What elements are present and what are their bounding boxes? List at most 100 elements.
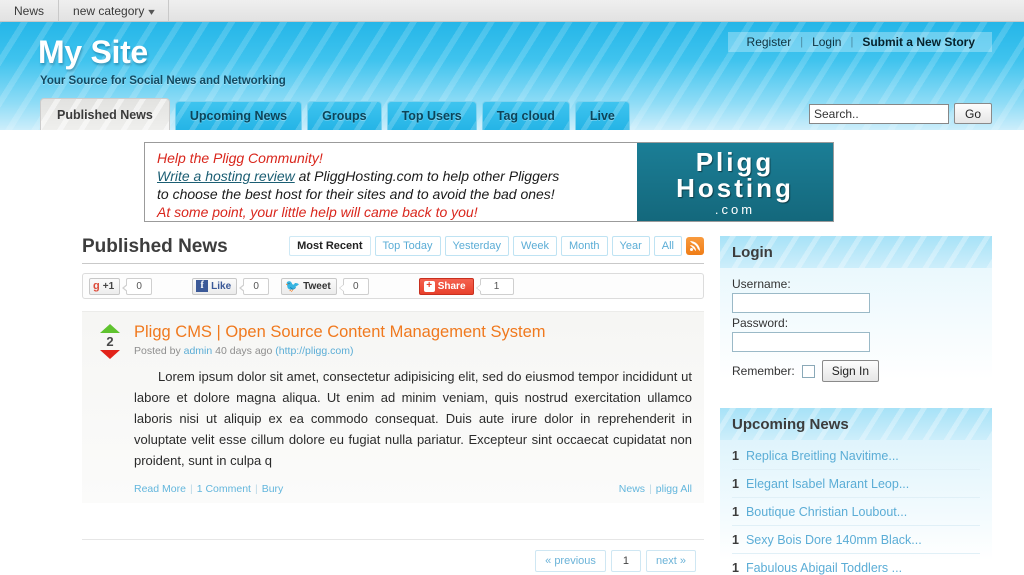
upcoming-story-link[interactable]: Fabulous Abigail Toddlers ... bbox=[746, 561, 902, 575]
search-input[interactable] bbox=[809, 103, 949, 124]
list-item[interactable]: 1 Replica Breitling Navitime... bbox=[732, 442, 980, 470]
story-summary-text: Lorem ipsum dolor sit amet, consectetur … bbox=[134, 369, 692, 468]
banner-line-2: Write a hosting review at PliggHosting.c… bbox=[157, 167, 629, 185]
list-item[interactable]: 1 Boutique Christian Loubout... bbox=[732, 498, 980, 526]
google-plus-button[interactable]: g +1 bbox=[89, 277, 121, 295]
tab-top-users[interactable]: Top Users bbox=[386, 101, 477, 130]
divider: | bbox=[649, 483, 652, 495]
tab-label: Tag cloud bbox=[496, 109, 555, 123]
tab-label: Groups bbox=[322, 109, 367, 123]
topbar-item-new-category[interactable]: new category ▾ bbox=[59, 0, 170, 22]
banner-line-1: Help the Pligg Community! bbox=[157, 150, 323, 166]
filter-week[interactable]: Week bbox=[513, 236, 557, 256]
main-nav-tabs: Published News Upcoming News Groups Top … bbox=[40, 98, 630, 130]
site-title: My Site bbox=[38, 34, 148, 70]
upcoming-story-link[interactable]: Boutique Christian Loubout... bbox=[746, 505, 907, 519]
search-box: Go bbox=[809, 103, 992, 124]
hosting-review-link[interactable]: Write a hosting review bbox=[157, 168, 295, 184]
vote-down-arrow-icon[interactable] bbox=[100, 350, 120, 359]
main-content-column: Published News Most Recent Top Today Yes… bbox=[32, 236, 704, 575]
topbar-item-label: News bbox=[14, 3, 45, 18]
username-input[interactable] bbox=[732, 293, 870, 313]
tab-upcoming-news[interactable]: Upcoming News bbox=[174, 101, 303, 130]
upcoming-story-link[interactable]: Sexy Bois Dore 140mm Black... bbox=[746, 533, 922, 547]
twitter-tweet-button[interactable]: 🐦 Tweet bbox=[281, 277, 337, 295]
story-body: Pligg CMS | Open Source Content Manageme… bbox=[128, 322, 692, 495]
topbar-item-label: new category bbox=[73, 3, 145, 18]
upcoming-news-list: 1 Replica Breitling Navitime... 1 Elegan… bbox=[720, 440, 992, 575]
filter-month[interactable]: Month bbox=[560, 236, 608, 256]
facebook-like-button[interactable]: f Like bbox=[192, 277, 238, 295]
meta-time: 40 days ago bbox=[212, 345, 276, 357]
tab-live[interactable]: Live bbox=[574, 101, 630, 130]
submit-new-story-link[interactable]: Submit a New Story bbox=[853, 35, 984, 49]
vote-count: 1 bbox=[732, 477, 739, 491]
filter-top-today[interactable]: Top Today bbox=[374, 236, 441, 256]
divider: | bbox=[189, 483, 193, 495]
user-nav: Register | Login | Submit a New Story bbox=[727, 32, 992, 52]
tab-tag-cloud[interactable]: Tag cloud bbox=[481, 101, 570, 130]
rss-feed-icon[interactable] bbox=[686, 237, 704, 255]
share-label: Share bbox=[437, 280, 466, 292]
register-link[interactable]: Register bbox=[738, 35, 801, 49]
story-source-url[interactable]: (http://pligg.com) bbox=[275, 345, 353, 357]
pagination-previous[interactable]: « previous bbox=[535, 550, 606, 572]
remember-checkbox[interactable] bbox=[801, 364, 815, 378]
read-more-link[interactable]: Read More bbox=[134, 483, 186, 495]
addthis-share-button[interactable]: + Share bbox=[418, 277, 474, 295]
admin-topbar: News new category ▾ bbox=[0, 0, 1024, 22]
vote-up-arrow-icon[interactable] bbox=[100, 324, 120, 333]
remember-label: Remember: bbox=[732, 364, 795, 378]
bury-link[interactable]: Bury bbox=[262, 483, 284, 495]
tab-published-news[interactable]: Published News bbox=[40, 98, 170, 130]
story-meta: Posted by admin 40 days ago (http://plig… bbox=[134, 345, 692, 357]
category-news-link[interactable]: News bbox=[619, 483, 645, 495]
vote-count: 1 bbox=[732, 561, 739, 575]
search-go-button[interactable]: Go bbox=[954, 103, 992, 124]
upcoming-story-link[interactable]: Elegant Isabel Marant Leop... bbox=[746, 477, 909, 491]
banner-line-2-rest: at PliggHosting.com to help other Pligge… bbox=[294, 168, 560, 184]
share-count: 1 bbox=[475, 277, 514, 295]
tab-groups[interactable]: Groups bbox=[307, 101, 382, 130]
upcoming-story-link[interactable]: Replica Breitling Navitime... bbox=[746, 449, 899, 463]
comments-link[interactable]: 1 Comment bbox=[197, 483, 251, 495]
filter-most-recent[interactable]: Most Recent bbox=[289, 236, 371, 256]
sign-in-button[interactable]: Sign In bbox=[821, 360, 880, 382]
banner-text: Help the Pligg Community! Write a hostin… bbox=[145, 143, 637, 221]
pligg-hosting-logo: Pligg Hosting .com bbox=[637, 143, 833, 221]
social-share-bar: g +1 0 f Like 0 🐦 Tweet 0 + Share 1 bbox=[82, 273, 704, 299]
pagination-page-1[interactable]: 1 bbox=[610, 550, 642, 572]
story-footer-right: News | pligg All bbox=[619, 483, 692, 495]
filter-all[interactable]: All bbox=[653, 236, 682, 256]
logo-line-hosting: Hosting bbox=[676, 173, 794, 203]
pagination-next[interactable]: next » bbox=[646, 550, 696, 572]
twitter-bird-icon: 🐦 bbox=[285, 279, 301, 293]
login-link[interactable]: Login bbox=[803, 35, 850, 49]
list-item[interactable]: 1 Sexy Bois Dore 140mm Black... bbox=[732, 526, 980, 554]
list-item[interactable]: 1 Fabulous Abigail Toddlers ... bbox=[732, 554, 980, 575]
meta-prefix: Posted by bbox=[134, 345, 184, 357]
topbar-item-news[interactable]: News bbox=[0, 0, 60, 22]
tab-label: Top Users bbox=[401, 109, 462, 123]
google-plus-label: +1 bbox=[102, 280, 115, 292]
divider: | bbox=[254, 483, 258, 495]
category-pligg-all-link[interactable]: pligg All bbox=[656, 483, 692, 495]
rss-arc-large bbox=[690, 241, 700, 251]
filter-yesterday[interactable]: Yesterday bbox=[444, 236, 510, 256]
story-title-link[interactable]: Pligg CMS | Open Source Content Manageme… bbox=[134, 323, 692, 341]
vote-count: 2 bbox=[106, 334, 114, 349]
filter-year[interactable]: Year bbox=[611, 236, 650, 256]
pligg-hosting-banner[interactable]: Help the Pligg Community! Write a hostin… bbox=[144, 142, 834, 222]
list-item[interactable]: 1 Elegant Isabel Marant Leop... bbox=[732, 470, 980, 498]
sidebar: Login Username: Password: Remember: Sign… bbox=[704, 236, 992, 575]
login-widget: Login Username: Password: Remember: Sign… bbox=[720, 236, 992, 392]
tab-label: Published News bbox=[57, 108, 153, 122]
banner-line-4: At some point, your little help will cam… bbox=[157, 204, 478, 220]
facebook-like-count: 0 bbox=[239, 277, 270, 295]
site-header: My Site Your Source for Social News and … bbox=[0, 22, 1024, 130]
story-author-link[interactable]: admin bbox=[184, 345, 213, 357]
google-plus-count: 0 bbox=[122, 277, 153, 295]
password-input[interactable] bbox=[732, 332, 870, 352]
facebook-icon: f bbox=[196, 280, 209, 292]
vote-count: 1 bbox=[732, 533, 739, 547]
